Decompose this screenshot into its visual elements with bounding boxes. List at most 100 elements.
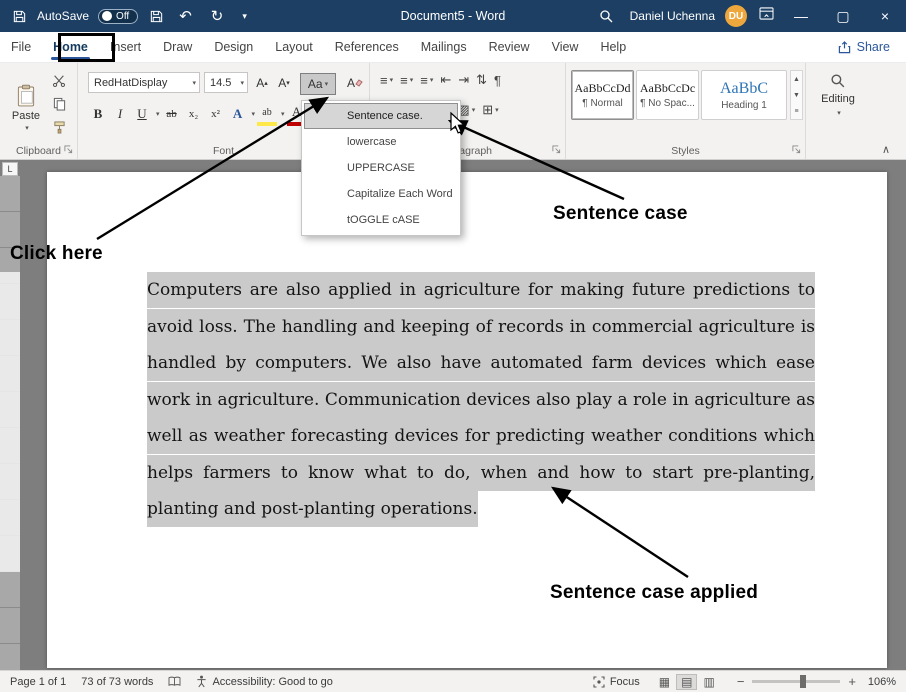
annotation-sentence-case: Sentence case <box>553 203 688 225</box>
tab-layout[interactable]: Layout <box>264 32 324 62</box>
minimize-button[interactable]: — <box>780 0 822 32</box>
styles-more-icon[interactable]: ≡ <box>791 103 802 119</box>
zoom-slider-thumb[interactable] <box>800 675 806 688</box>
close-button[interactable]: × <box>864 0 906 32</box>
chevron-down-icon[interactable]: ▾ <box>192 79 196 87</box>
focus-button[interactable]: Focus <box>593 676 640 688</box>
styles-scroll-down-icon[interactable]: ▼ <box>791 87 802 103</box>
shrink-font-button[interactable]: A <box>274 72 294 93</box>
undo-icon[interactable]: ↶ <box>174 7 197 26</box>
style-no-spacing[interactable]: AaBbCcDc ¶ No Spac... <box>636 70 699 120</box>
zoom-slider[interactable] <box>752 680 840 683</box>
tab-insert[interactable]: Insert <box>99 32 152 62</box>
italic-button[interactable]: I <box>110 102 130 126</box>
subscript-button[interactable]: x₂ <box>184 102 204 126</box>
bold-button[interactable]: B <box>88 102 108 126</box>
chevron-down-icon[interactable]: ▾ <box>240 79 244 87</box>
styles-dialog-launcher-icon[interactable] <box>791 144 802 155</box>
tab-review[interactable]: Review <box>478 32 541 62</box>
proofing-icon[interactable] <box>168 676 181 687</box>
change-case-button[interactable]: Aa ▾ <box>300 73 336 95</box>
print-layout-icon[interactable]: ▤ <box>677 675 696 689</box>
tab-home[interactable]: Home <box>42 32 99 62</box>
avatar[interactable]: DU <box>725 5 747 27</box>
clear-formatting-button[interactable]: A <box>344 72 366 93</box>
menu-item-capitalize-each-word[interactable]: Capitalize Each Word <box>304 181 458 207</box>
collapse-ribbon-icon[interactable]: ∧ <box>882 143 890 156</box>
zoom-level[interactable]: 106% <box>864 676 896 688</box>
document-page[interactable]: Computers are also applied in agricultur… <box>47 172 887 668</box>
menu-item-sentence-case[interactable]: Sentence case. <box>304 103 458 129</box>
highlight-button[interactable]: ab <box>257 102 277 126</box>
menu-item-uppercase[interactable]: UPPERCASE <box>304 155 458 181</box>
chevron-down-icon: ▾ <box>325 80 329 88</box>
multilevel-list-icon[interactable]: ≡▾ <box>420 73 433 88</box>
document-paragraph[interactable]: Computers are also applied in agricultur… <box>147 272 815 528</box>
format-painter-icon[interactable] <box>50 119 68 135</box>
tab-draw[interactable]: Draw <box>152 32 203 62</box>
chevron-down-icon: ▾ <box>837 109 841 117</box>
focus-icon <box>593 676 605 688</box>
show-paragraph-marks-icon[interactable]: ¶ <box>494 73 501 88</box>
styles-scroll-up-icon[interactable]: ▲ <box>791 71 802 87</box>
accessibility-status[interactable]: Accessibility: Good to go <box>196 675 332 688</box>
search-icon[interactable] <box>598 8 616 24</box>
tab-help[interactable]: Help <box>589 32 637 62</box>
menu-item-lowercase[interactable]: lowercase <box>304 129 458 155</box>
decrease-indent-icon[interactable]: ⇤ <box>440 72 451 88</box>
tab-view[interactable]: View <box>541 32 590 62</box>
change-case-menu: Sentence case. lowercase UPPERCASE Capit… <box>301 100 461 236</box>
copy-icon[interactable] <box>50 96 68 112</box>
clipboard-dialog-launcher-icon[interactable] <box>63 144 74 155</box>
page-indicator[interactable]: Page 1 of 1 <box>10 676 66 688</box>
zoom-in-icon[interactable]: + <box>845 674 859 689</box>
user-name[interactable]: Daniel Uchenna <box>630 9 715 23</box>
grow-font-button[interactable]: A <box>252 72 272 93</box>
customize-qat-icon[interactable]: ▾ <box>237 10 252 23</box>
styles-group: AaBbCcDd ¶ Normal AaBbCcDc ¶ No Spac... … <box>566 63 806 159</box>
style-normal[interactable]: AaBbCcDd ¶ Normal <box>571 70 634 120</box>
redo-icon[interactable]: ↻ <box>206 7 229 26</box>
borders-icon[interactable]: ⊞▾ <box>482 102 498 118</box>
word-window: AutoSave Off ↶ ↻ ▾ Document5 - Word Dani… <box>0 0 906 692</box>
text-effects-button[interactable]: A <box>228 102 248 126</box>
chevron-down-icon[interactable]: ▾ <box>281 110 285 118</box>
share-button[interactable]: Share <box>838 40 890 54</box>
clipboard-icon <box>17 84 35 108</box>
paste-button[interactable]: Paste ▾ <box>6 70 46 146</box>
read-mode-icon[interactable]: ▦ <box>655 675 674 689</box>
tab-stop-selector[interactable]: L <box>2 162 18 176</box>
autosave-label: AutoSave <box>37 9 89 23</box>
font-size-combo[interactable]: 14.5 ▾ <box>204 72 248 93</box>
cut-icon[interactable] <box>50 73 68 89</box>
superscript-button[interactable]: x² <box>206 102 226 126</box>
web-layout-icon[interactable]: ▥ <box>699 675 718 689</box>
sort-icon[interactable]: ⇅ <box>476 72 487 88</box>
paragraph-dialog-launcher-icon[interactable] <box>551 144 562 155</box>
chevron-down-icon[interactable]: ▾ <box>252 110 256 118</box>
autosave-toggle[interactable]: Off <box>98 9 138 24</box>
maximize-button[interactable]: ▢ <box>822 0 864 32</box>
app-save-icon[interactable] <box>10 8 28 24</box>
tab-mailings[interactable]: Mailings <box>410 32 478 62</box>
increase-indent-icon[interactable]: ⇥ <box>458 72 469 88</box>
chevron-down-icon[interactable]: ▾ <box>156 110 160 118</box>
tab-file[interactable]: File <box>0 32 42 62</box>
font-name-combo[interactable]: RedHatDisplay ▾ <box>88 72 200 93</box>
editing-button[interactable]: Editing ▾ <box>806 73 870 117</box>
zoom-out-icon[interactable]: − <box>734 674 748 689</box>
underline-button[interactable]: U <box>132 102 152 126</box>
strikethrough-button[interactable]: ab <box>162 102 182 126</box>
selected-text[interactable]: Computers are also applied in agricultur… <box>147 272 815 527</box>
tab-references[interactable]: References <box>324 32 410 62</box>
paste-dropdown-icon[interactable]: ▾ <box>25 124 29 132</box>
styles-group-label: Styles <box>566 145 805 157</box>
save-icon[interactable] <box>147 8 165 24</box>
numbering-icon[interactable]: ≡▾ <box>400 73 413 88</box>
ribbon-display-options-icon[interactable] <box>759 7 774 25</box>
word-count[interactable]: 73 of 73 words <box>81 676 153 688</box>
style-heading1[interactable]: AaBbC Heading 1 <box>701 70 787 120</box>
tab-design[interactable]: Design <box>203 32 264 62</box>
bullets-icon[interactable]: ≡▾ <box>380 73 393 88</box>
menu-item-toggle-case[interactable]: tOGGLE cASE <box>304 207 458 233</box>
